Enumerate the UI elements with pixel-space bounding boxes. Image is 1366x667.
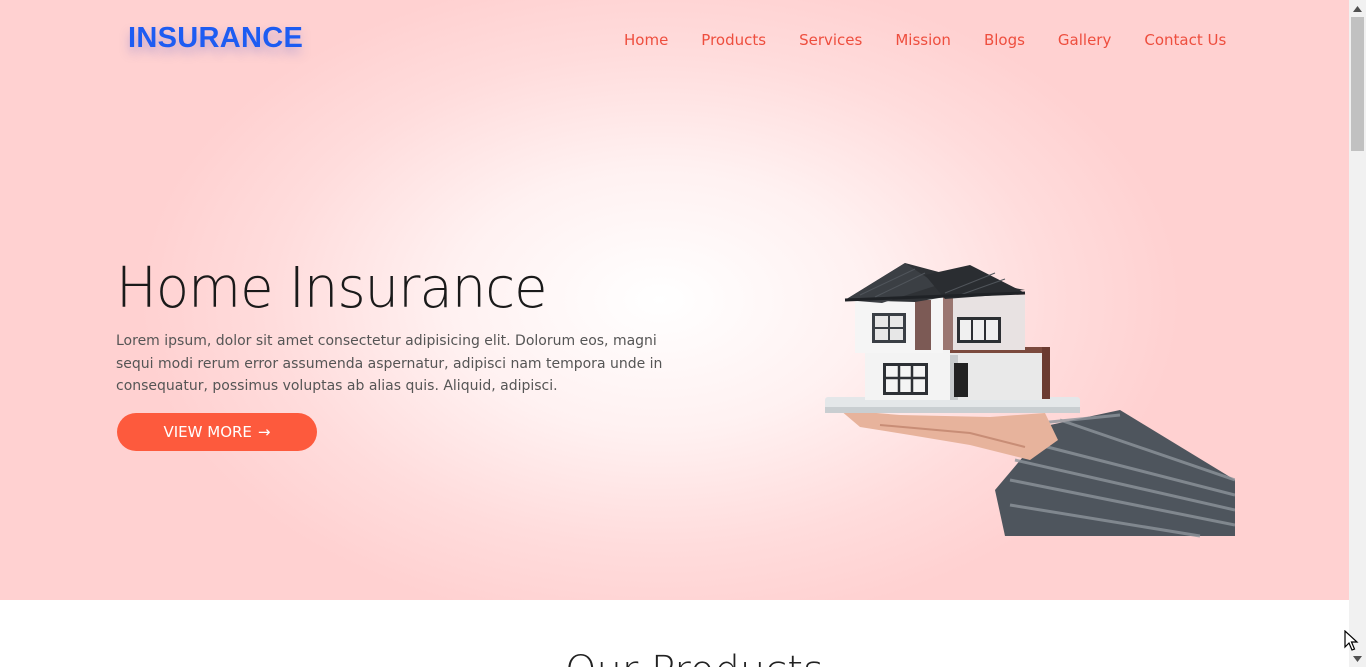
view-more-button[interactable]: VIEW MORE → — [117, 413, 317, 451]
house-in-hand-image — [825, 263, 1235, 538]
scroll-down-arrow-icon[interactable] — [1349, 650, 1366, 667]
brand-logo[interactable]: INSURANCE — [128, 22, 303, 55]
nav-blogs[interactable]: Blogs — [984, 30, 1025, 50]
products-section-title: Our Products — [565, 648, 824, 667]
arrow-right-icon: → — [257, 423, 271, 441]
hero-title: Home Insurance — [116, 256, 548, 321]
nav-gallery[interactable]: Gallery — [1058, 30, 1111, 50]
hero-section: INSURANCE Home Products Services Mission… — [0, 0, 1349, 600]
scroll-up-arrow-icon[interactable] — [1349, 0, 1366, 17]
nav-home[interactable]: Home — [624, 30, 668, 50]
main-nav: Home Products Services Mission Blogs Gal… — [624, 30, 1259, 50]
scrollbar-thumb[interactable] — [1351, 17, 1364, 151]
hero-description: Lorem ipsum, dolor sit amet consectetur … — [116, 333, 663, 394]
nav-contact-us[interactable]: Contact Us — [1144, 30, 1226, 50]
mouse-cursor-icon — [1344, 630, 1359, 651]
nav-mission[interactable]: Mission — [895, 30, 951, 50]
vertical-scrollbar[interactable] — [1349, 0, 1366, 667]
nav-products[interactable]: Products — [701, 30, 766, 50]
nav-services[interactable]: Services — [799, 30, 862, 50]
page-viewport: INSURANCE Home Products Services Mission… — [0, 0, 1349, 667]
view-more-label: VIEW MORE — [163, 423, 252, 441]
